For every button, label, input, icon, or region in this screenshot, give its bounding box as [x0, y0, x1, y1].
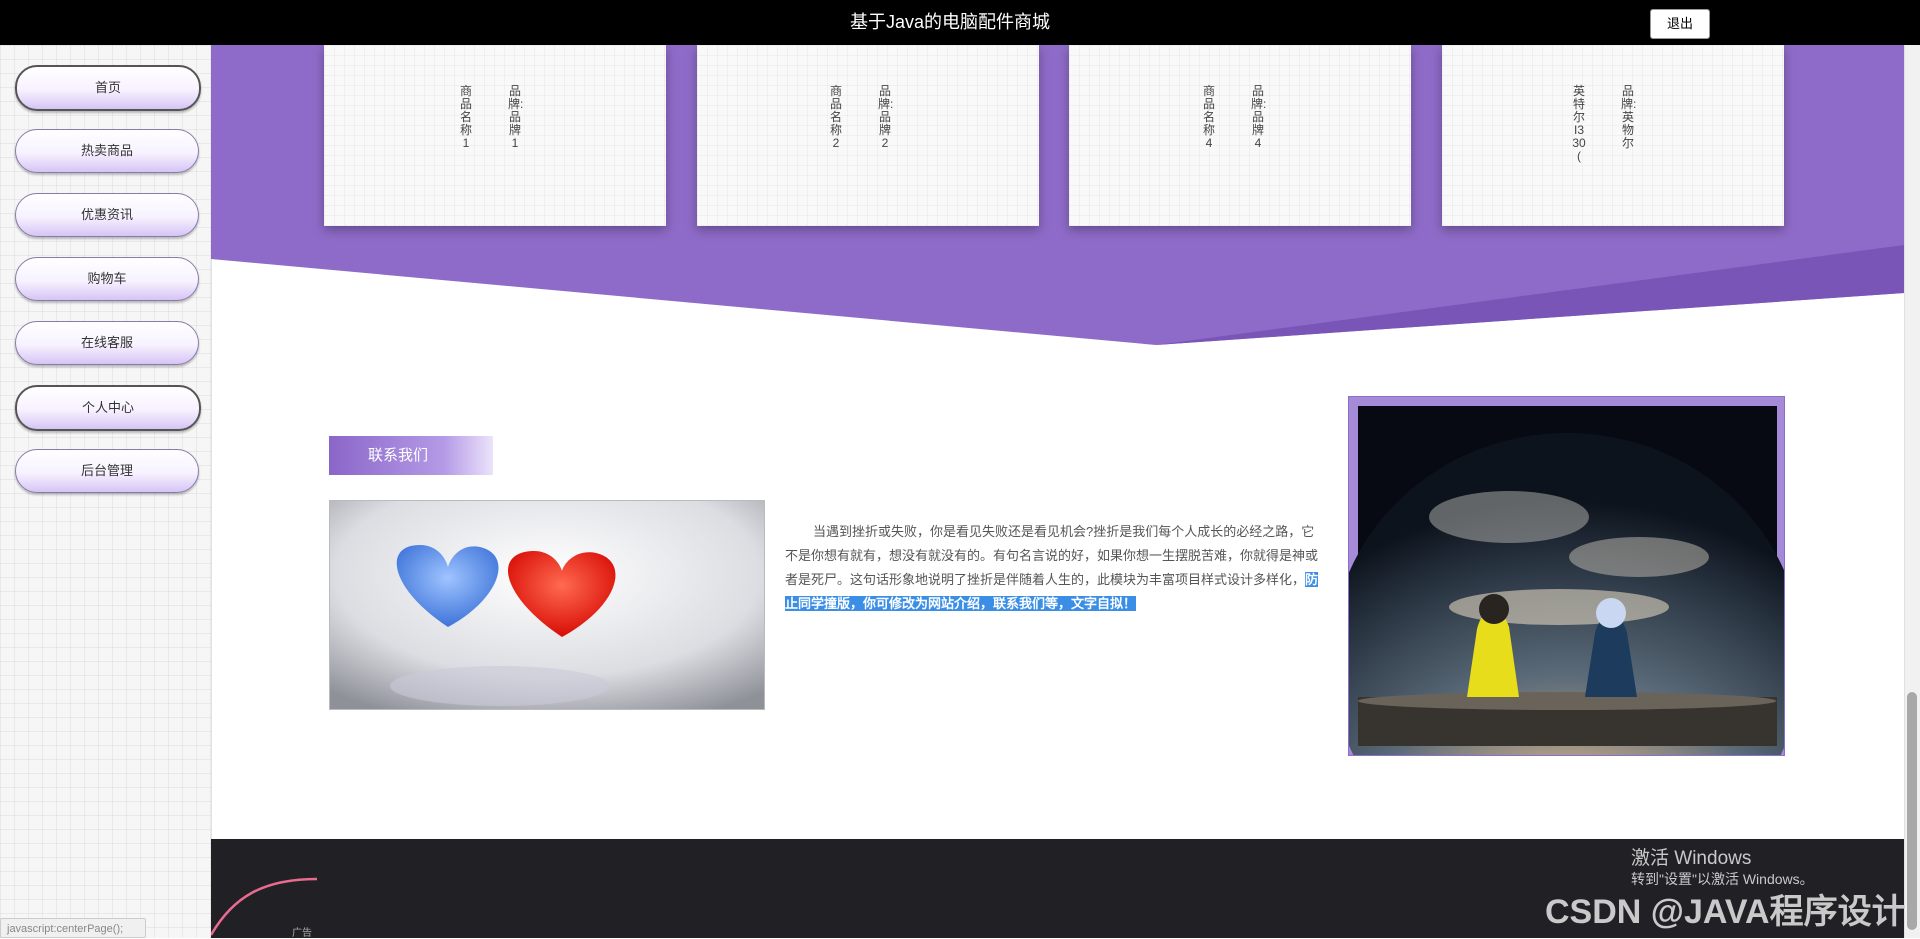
site-title: 基于Java的电脑配件商城 [849, 12, 1051, 32]
top-header: 基于Java的电脑配件商城 退出 [0, 0, 1920, 45]
windows-activation-title: 激活 Windows [1631, 848, 1752, 869]
product-card[interactable]: 商品名称4 品牌:品牌4 [1069, 45, 1411, 226]
decorative-curve [211, 877, 318, 936]
product-card[interactable]: 商品名称2 品牌:品牌2 [697, 45, 1039, 226]
nav-promotions[interactable]: 优惠资讯 [15, 193, 199, 237]
product-name: 英特尔I330( [1572, 84, 1586, 163]
product-name: 商品名称4 [1202, 84, 1215, 150]
product-card[interactable]: 英特尔I330( 品牌:英物尔 [1442, 45, 1784, 226]
product-name: 商品名称2 [829, 84, 842, 150]
scrollbar-thumb[interactable] [1907, 692, 1917, 930]
product-brand: 品牌:品牌4 [1251, 84, 1267, 150]
anime-space-image [1348, 396, 1785, 756]
nav-home[interactable]: 首页 [15, 65, 201, 111]
ad-label: 广告 [292, 928, 312, 939]
contact-heading: 联系我们 [329, 436, 493, 475]
product-brand: 品牌:品牌1 [508, 84, 524, 150]
product-card[interactable]: 商品名称1 品牌:品牌1 [324, 45, 666, 226]
nav-personal-center[interactable]: 个人中心 [15, 385, 201, 431]
about-body: 当遇到挫折或失败，你是看见失败还是看见机会?挫折是我们每个人成长的必经之路，它不… [785, 524, 1319, 587]
product-brand: 品牌:品牌2 [878, 84, 894, 150]
nav-hot-products[interactable]: 热卖商品 [15, 129, 199, 173]
about-text: 当遇到挫折或失败，你是看见失败还是看见机会?挫折是我们每个人成长的必经之路，它不… [785, 520, 1320, 616]
hearts-image [329, 500, 765, 710]
product-name: 商品名称1 [459, 84, 472, 150]
product-brand: 品牌:英物尔 [1621, 84, 1637, 150]
status-bar: javascript:centerPage(); [0, 918, 146, 938]
nav-cart[interactable]: 购物车 [15, 257, 199, 301]
sidebar: 首页 热卖商品 优惠资讯 购物车 在线客服 个人中心 后台管理 [0, 45, 212, 938]
nav-admin[interactable]: 后台管理 [15, 449, 199, 493]
nav-online-service[interactable]: 在线客服 [15, 321, 199, 365]
logout-button[interactable]: 退出 [1650, 9, 1710, 39]
csdn-watermark: CSDN @JAVA程序设计 [1545, 893, 1906, 931]
